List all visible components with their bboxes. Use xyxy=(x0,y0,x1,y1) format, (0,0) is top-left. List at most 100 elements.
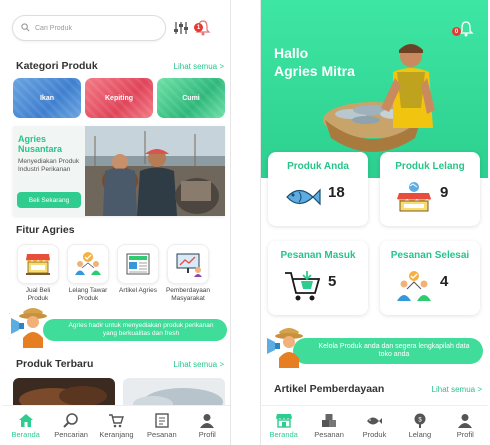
info-banner-text: Agries hadir untuk menyediakan produk pe… xyxy=(43,319,227,341)
filter-button[interactable] xyxy=(170,17,192,39)
nav-label: Profil xyxy=(198,430,216,439)
nav-label: Pesanan xyxy=(147,430,177,439)
banner-text-panel: Agries Nusantara Menyediakan Produk Indu… xyxy=(13,126,85,216)
categories-header: Kategori Produk Lihat semua > xyxy=(16,60,224,72)
notification-button[interactable]: 0 xyxy=(452,20,475,43)
buy-now-button[interactable]: Beli Sekarang xyxy=(17,192,81,208)
stat-card-produk-anda[interactable]: Produk Anda 18 xyxy=(268,152,368,226)
auction-stall-icon xyxy=(394,180,434,214)
new-products-list xyxy=(13,378,225,408)
features-title: Fitur Agries xyxy=(16,224,75,236)
presentation-icon xyxy=(167,244,209,284)
cart-icon xyxy=(107,412,125,428)
feature-label: Jual Beli Produk xyxy=(25,287,51,302)
article-icon xyxy=(117,244,159,284)
search-input[interactable] xyxy=(35,24,145,32)
articles-title: Artikel Pemberdayaan xyxy=(274,383,385,395)
search-box[interactable] xyxy=(12,15,166,41)
nav-label: Beranda xyxy=(269,430,298,439)
nav-profil[interactable]: Profil xyxy=(443,412,487,439)
stat-title: Produk Lelang xyxy=(395,161,465,172)
megaphone-woman-icon xyxy=(267,328,303,368)
new-products-see-all-link[interactable]: Lihat semua > xyxy=(174,360,224,369)
stat-card-pesanan-masuk[interactable]: Pesanan Masuk 5 xyxy=(268,241,368,315)
articles-header: Artikel Pemberdayaan Lihat semua > xyxy=(274,383,482,395)
feature-label: Lelang Tawar Produk xyxy=(68,287,108,302)
nav-label: Profil xyxy=(456,430,474,439)
store-icon xyxy=(275,412,293,428)
promo-banner: Agries Nusantara Menyediakan Produk Indu… xyxy=(13,126,225,216)
search-icon xyxy=(62,412,80,428)
fishing-harbor-photo xyxy=(85,126,225,216)
stat-title: Pesanan Selesai xyxy=(390,250,470,261)
category-list: Ikan Kepiting Cumi xyxy=(13,78,225,118)
categories-see-all-link[interactable]: Lihat semua > xyxy=(174,62,224,71)
nav-produk[interactable]: Produk xyxy=(352,412,396,439)
nav-label: Lelang xyxy=(408,430,432,439)
bottom-navigation: Beranda Pencarian Keranjang Pesanan Prof… xyxy=(3,405,230,445)
category-label: Kepiting xyxy=(105,94,133,102)
product-card[interactable] xyxy=(123,378,225,408)
done-people-icon xyxy=(394,269,434,303)
fish-icon xyxy=(282,180,322,214)
nav-label: Pencarian xyxy=(54,430,88,439)
seller-dashboard-screen: Hallo Agries Mitra 0 Produk Anda 18 Prod… xyxy=(260,0,488,445)
fresh-fish-photo xyxy=(123,378,225,408)
nav-beranda[interactable]: Beranda xyxy=(4,412,48,439)
nav-pencarian[interactable]: Pencarian xyxy=(49,412,93,439)
info-banner-text: Kelola Produk anda dan segera lengkapila… xyxy=(293,338,483,364)
profile-icon xyxy=(456,412,474,428)
category-label: Ikan xyxy=(39,94,54,102)
feature-label: Pemberdayaan Masyarakat xyxy=(165,287,211,302)
fish-product-icon xyxy=(365,412,383,428)
nav-label: Keranjang xyxy=(99,430,134,439)
nav-pesanan[interactable]: Pesanan xyxy=(140,412,184,439)
nav-label: Produk xyxy=(362,430,387,439)
boxes-icon xyxy=(320,412,338,428)
banner-title: Agries Nusantara xyxy=(18,134,63,154)
nav-lelang[interactable]: $ Lelang xyxy=(398,412,442,439)
new-products-title: Produk Terbaru xyxy=(16,358,94,370)
search-icon xyxy=(21,19,30,37)
search-row: 1 xyxy=(12,14,224,42)
nav-keranjang[interactable]: Keranjang xyxy=(94,412,138,439)
new-products-header: Produk Terbaru Lihat semua > xyxy=(16,358,224,370)
feature-label: Artikel Agries xyxy=(119,287,157,294)
feature-jual-beli[interactable]: Jual Beli Produk xyxy=(16,244,60,303)
feature-lelang[interactable]: Lelang Tawar Produk xyxy=(66,244,110,303)
category-cumi[interactable]: Cumi xyxy=(157,78,225,118)
stat-count: 9 xyxy=(440,184,449,201)
stall-icon xyxy=(17,244,59,284)
category-kepiting[interactable]: Kepiting xyxy=(85,78,153,118)
banner-description: Menyediakan Produk Industri Perikanan xyxy=(18,158,80,173)
nav-profil[interactable]: Profil xyxy=(185,412,229,439)
notification-button[interactable]: 1 xyxy=(192,17,214,39)
feature-artikel[interactable]: Artikel Agries xyxy=(116,244,160,303)
product-card[interactable] xyxy=(13,378,115,408)
stat-card-pesanan-selesai[interactable]: Pesanan Selesai 4 xyxy=(380,241,480,315)
stat-card-produk-lelang[interactable]: Produk Lelang 9 xyxy=(380,152,480,226)
category-label: Cumi xyxy=(182,94,200,102)
auction-people-icon xyxy=(67,244,109,284)
cart-icon xyxy=(282,269,322,303)
info-banner: Kelola Produk anda dan segera lengkapila… xyxy=(267,328,485,372)
stat-count: 4 xyxy=(440,273,449,290)
nav-beranda[interactable]: Beranda xyxy=(262,412,306,439)
category-ikan[interactable]: Ikan xyxy=(13,78,81,118)
buyer-home-screen: 1 Kategori Produk Lihat semua > Ikan Kep… xyxy=(3,0,231,445)
info-banner: Agries hadir untuk menyediakan produk pe… xyxy=(9,308,227,350)
nav-label: Pesanan xyxy=(314,430,344,439)
auction-icon: $ xyxy=(411,412,429,428)
nav-pesanan[interactable]: Pesanan xyxy=(307,412,351,439)
nav-label: Beranda xyxy=(11,430,40,439)
notification-badge: 1 xyxy=(194,23,203,32)
features-header: Fitur Agries xyxy=(16,224,224,236)
home-icon xyxy=(17,412,35,428)
megaphone-woman-icon xyxy=(9,308,47,348)
articles-see-all-link[interactable]: Lihat semua > xyxy=(432,385,482,394)
bottom-navigation: Beranda Pesanan Produk $ Lelang Profil xyxy=(261,405,488,445)
stat-count: 18 xyxy=(328,184,345,201)
grilled-fish-photo xyxy=(13,378,115,408)
categories-title: Kategori Produk xyxy=(16,60,98,72)
feature-pemberdayaan[interactable]: Pemberdayaan Masyarakat xyxy=(166,244,210,303)
